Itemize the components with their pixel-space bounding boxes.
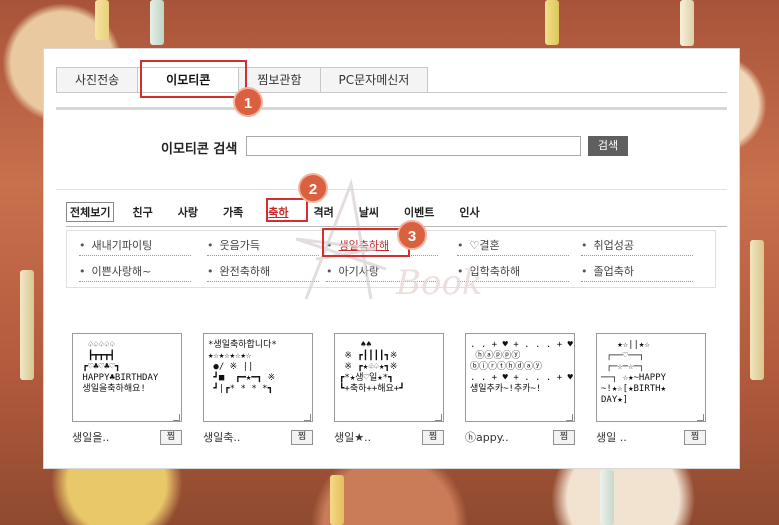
emoticon-preview[interactable]: . . + ♥ + . . . + ♥ + . ⓗⓐⓟⓟⓨ ⓑⓘⓡⓣⓗⓓⓐⓨ .… (465, 333, 575, 422)
search-input[interactable] (246, 136, 581, 156)
emoticon-title: 생일 .. (596, 431, 627, 444)
emoticon-title: 생일을.. (72, 431, 110, 444)
tab-photo-send[interactable]: 사진전송 (56, 67, 139, 93)
category-family[interactable]: 가족 (223, 204, 243, 220)
bullet-icon: • (457, 265, 464, 278)
tab-pc-messenger[interactable]: PC문자메신저 (319, 67, 429, 93)
subcategory-item[interactable]: • 이쁜사랑해~ (79, 263, 191, 282)
save-favorite-button[interactable]: 찜 (160, 430, 182, 445)
candle-decoration (545, 0, 559, 45)
subcategory-item[interactable]: • 졸업축하 (581, 263, 693, 282)
emoticon-panel: 사진전송 이모티콘 찜보관함 PC문자메신저 이모티콘 검색 검색 전체보기 친… (43, 48, 740, 469)
emoticon-card: . . + ♥ + . . . + ♥ + . ⓗⓐⓟⓟⓨ ⓑⓘⓡⓣⓗⓓⓐⓨ .… (465, 333, 575, 445)
category-weather[interactable]: 날씨 (359, 204, 379, 220)
bullet-icon: • (326, 265, 333, 278)
highlight-emoticon-tab (140, 60, 247, 98)
emoticon-title: 생일축.. (203, 431, 241, 444)
resize-handle-icon (304, 414, 311, 421)
category-friend[interactable]: 친구 (132, 204, 152, 220)
candle-decoration (150, 0, 164, 45)
subcategory-item[interactable]: • 취업성공 (581, 237, 693, 256)
highlight-celebration-category (266, 198, 308, 222)
resize-handle-icon (566, 414, 573, 421)
bullet-icon: • (581, 265, 588, 278)
category-encouragement[interactable]: 격려 (313, 204, 333, 220)
save-favorite-button[interactable]: 찜 (422, 430, 444, 445)
candle-decoration (750, 240, 764, 380)
emoticon-card: ♤♤♤♤♤ ┣┳┳┳┫ ┏♡♣♡♣♡┓ HAPPY♣BIRTHDAY 생일을축하… (72, 333, 182, 445)
subcategory-item[interactable]: • 완전축하해 (207, 263, 319, 282)
candle-decoration (95, 0, 109, 40)
candle-decoration (330, 475, 344, 525)
candle-decoration (680, 0, 694, 46)
subcategory-item[interactable]: • 새내기파이팅 (79, 237, 191, 256)
bullet-icon: • (581, 239, 588, 252)
emoticon-title: 생일★.. (334, 431, 372, 444)
emoticon-preview[interactable]: ★☆||★☆ ┌──♡──┐ ┌─☆─☆─┐ ──┐ ☆★~HAPPY ~!★☆… (596, 333, 706, 422)
bullet-icon: • (207, 239, 214, 252)
divider (56, 189, 727, 190)
category-all[interactable]: 전체보기 (66, 202, 115, 222)
resize-handle-icon (173, 414, 180, 421)
section-band (56, 107, 727, 110)
subcategory-item[interactable]: • 입학축하해 (457, 263, 569, 282)
step-marker-2: 2 (298, 173, 328, 203)
bullet-icon: • (207, 265, 214, 278)
step-marker-1: 1 (233, 87, 263, 117)
subcategory-item[interactable]: • 웃음가득 (207, 237, 319, 256)
emoticon-title: ⓗappy.. (465, 431, 509, 444)
search-button[interactable]: 검색 (588, 136, 628, 156)
emoticon-card: ♠♠ ※ ┏┃┃┃┃┓※ ※ ┏★♧♤★┓※ ┏*★생♡일★*┓ ┗+축하++해… (334, 333, 444, 445)
category-event[interactable]: 이벤트 (404, 204, 434, 220)
search-label: 이모티콘 검색 (161, 142, 238, 157)
candle-decoration (20, 270, 34, 380)
save-favorite-button[interactable]: 찜 (553, 430, 575, 445)
category-greeting[interactable]: 인사 (459, 204, 479, 220)
save-favorite-button[interactable]: 찜 (684, 430, 706, 445)
subcategory-item[interactable]: • ♡결혼 (457, 237, 569, 256)
resize-handle-icon (697, 414, 704, 421)
bullet-icon: • (79, 239, 86, 252)
resize-handle-icon (435, 414, 442, 421)
candle-decoration (600, 470, 614, 525)
emoticon-preview[interactable]: ♤♤♤♤♤ ┣┳┳┳┫ ┏♡♣♡♣♡┓ HAPPY♣BIRTHDAY 생일을축하… (72, 333, 182, 422)
save-favorite-button[interactable]: 찜 (291, 430, 313, 445)
subcategory-item[interactable]: • 아기사랑 (326, 263, 438, 282)
emoticon-card: ★☆||★☆ ┌──♡──┐ ┌─☆─☆─┐ ──┐ ☆★~HAPPY ~!★☆… (596, 333, 706, 445)
category-underline (66, 226, 727, 227)
bullet-icon: • (79, 265, 86, 278)
emoticon-preview[interactable]: ♠♠ ※ ┏┃┃┃┃┓※ ※ ┏★♧♤★┓※ ┏*★생♡일★*┓ ┗+축하++해… (334, 333, 444, 422)
step-marker-3: 3 (397, 220, 427, 250)
bullet-icon: • (457, 239, 464, 252)
emoticon-preview[interactable]: *생일축하합니다* ★☆★☆★☆★☆ ●/ ※ || ┛■ ┏━★━┓ ※ ┛|… (203, 333, 313, 422)
emoticon-card: *생일축하합니다* ★☆★☆★☆★☆ ●/ ※ || ┛■ ┏━★━┓ ※ ┛|… (203, 333, 313, 445)
category-love[interactable]: 사랑 (178, 204, 198, 220)
